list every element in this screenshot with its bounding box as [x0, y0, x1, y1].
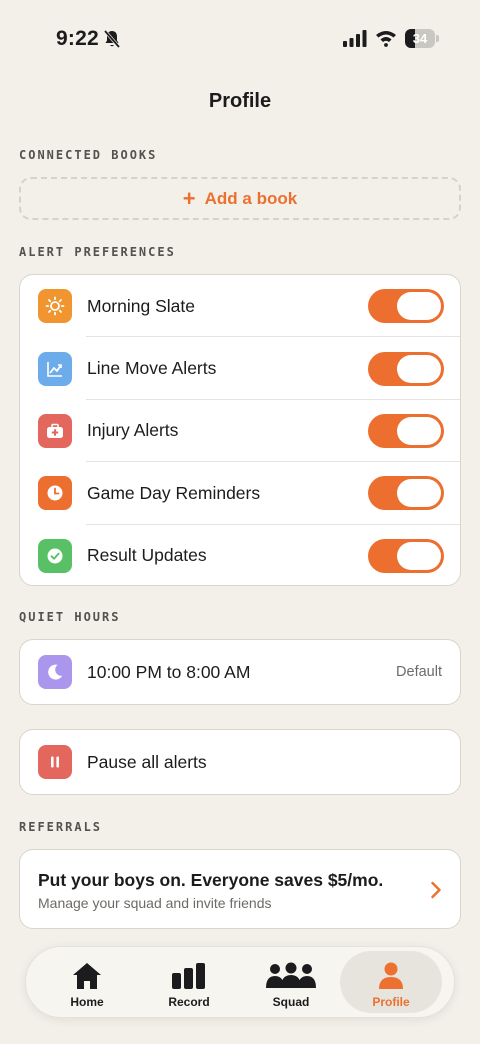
tab-record[interactable]: Record — [138, 951, 240, 1013]
tab-home[interactable]: Home — [36, 951, 138, 1013]
game-day-reminders-toggle[interactable] — [368, 476, 444, 511]
tab-label: Profile — [372, 995, 410, 1009]
quiet-hours-range: 10:00 PM to 8:00 AM — [87, 662, 251, 682]
alert-row-result-updates: Result Updates — [20, 525, 460, 587]
status-bar: 9:22 34 — [0, 0, 480, 78]
person-icon — [379, 962, 403, 989]
section-label-quiet-hours: QUIET HOURS — [19, 610, 121, 624]
section-label-referrals: REFERRALS — [19, 820, 103, 834]
alert-label: Injury Alerts — [87, 420, 179, 441]
tab-label: Record — [168, 995, 210, 1009]
plus-icon: + — [182, 185, 196, 211]
alert-label: Result Updates — [87, 545, 207, 566]
alert-row-morning-slate: Morning Slate — [20, 275, 460, 338]
bell-slash-icon — [103, 29, 121, 49]
chart-line-icon — [38, 351, 72, 386]
section-label-alert-preferences: ALERT PREFERENCES — [19, 245, 176, 259]
quiet-hours-default-badge: Default — [396, 664, 442, 680]
alert-row-injury: Injury Alerts — [20, 400, 460, 463]
pause-icon — [38, 745, 72, 779]
cellular-signal-icon — [343, 30, 367, 47]
alert-label: Game Day Reminders — [87, 482, 261, 503]
bar-chart-icon — [172, 963, 205, 989]
alert-row-game-day: Game Day Reminders — [20, 462, 460, 525]
tab-label: Squad — [272, 995, 310, 1009]
morning-slate-toggle[interactable] — [368, 289, 444, 324]
tab-bar: Home Record Squad Profile — [25, 946, 455, 1018]
tab-squad[interactable]: Squad — [240, 951, 342, 1013]
group-icon — [266, 962, 316, 988]
alert-row-line-move: Line Move Alerts — [20, 337, 460, 400]
status-time: 9:22 — [56, 27, 99, 50]
wifi-icon — [376, 31, 396, 47]
alert-label: Morning Slate — [87, 295, 195, 316]
add-book-button[interactable]: + Add a book — [19, 177, 461, 220]
sun-icon — [38, 289, 72, 324]
profile-screen: 9:22 34 Profile CONNECTED BOOKS + Add a … — [0, 0, 480, 1044]
quiet-hours-row[interactable]: 10:00 PM to 8:00 AM Default — [19, 639, 461, 705]
home-icon — [73, 963, 101, 989]
chevron-right-icon — [431, 881, 441, 899]
referral-card[interactable]: Put your boys on. Everyone saves $5/mo. … — [19, 849, 461, 929]
tab-label: Home — [70, 995, 104, 1009]
medical-kit-icon — [38, 413, 72, 448]
section-label-connected-books: CONNECTED BOOKS — [19, 148, 158, 162]
clock-icon — [38, 476, 72, 511]
moon-icon — [38, 655, 72, 689]
alert-label: Line Move Alerts — [87, 358, 217, 379]
battery-indicator: 34 — [405, 29, 439, 48]
pause-all-alerts-row[interactable]: Pause all alerts — [19, 729, 461, 795]
check-circle-icon — [38, 538, 72, 573]
injury-alerts-toggle[interactable] — [368, 413, 444, 448]
referral-title: Put your boys on. Everyone saves $5/mo. — [38, 870, 384, 890]
tab-profile[interactable]: Profile — [340, 951, 442, 1013]
pause-all-alerts-label: Pause all alerts — [87, 752, 207, 772]
alert-preferences-card: Morning Slate Line Move Alerts Injury Al… — [19, 274, 461, 586]
referral-subtitle: Manage your squad and invite friends — [38, 895, 272, 911]
page-title: Profile — [208, 90, 272, 112]
battery-level-text: 34 — [412, 31, 428, 46]
line-move-alerts-toggle[interactable] — [368, 351, 444, 386]
add-book-label: Add a book — [204, 188, 298, 208]
result-updates-toggle[interactable] — [368, 538, 444, 573]
